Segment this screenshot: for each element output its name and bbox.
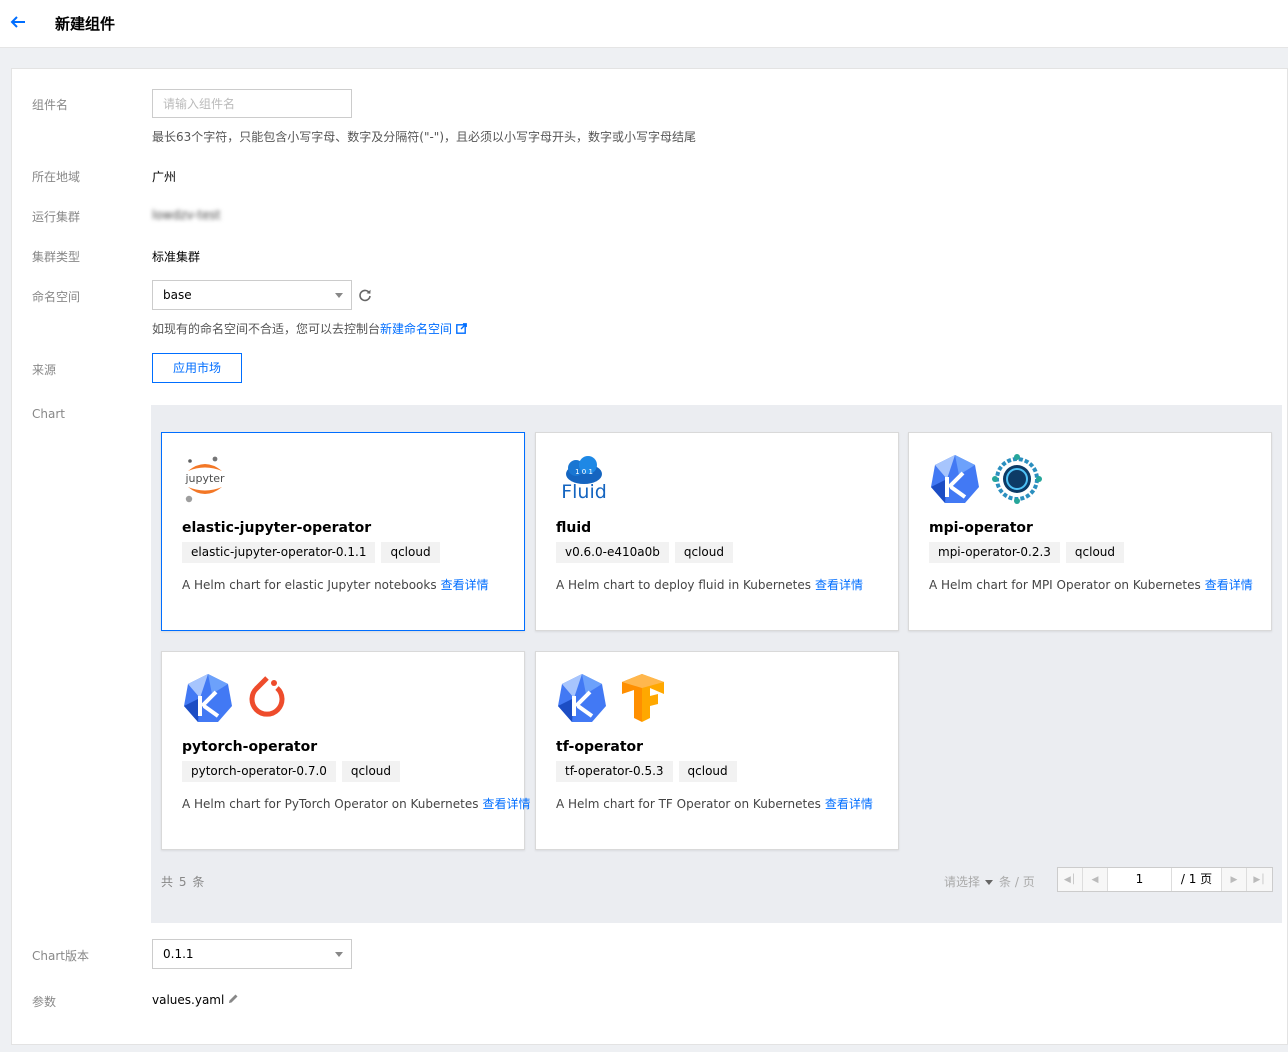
chevron-down-icon (985, 880, 994, 885)
namespace-hint-text: 如现有的命名空间不合适，您可以去控制台 (152, 322, 381, 336)
last-page-icon[interactable]: ▶│ (1247, 868, 1272, 891)
page-title: 新建组件 (55, 15, 116, 33)
view-details-link[interactable]: 查看详情 (815, 578, 863, 592)
cluster-value: lowdzv-test (152, 208, 221, 222)
namespace-label: 命名空间 (32, 290, 81, 304)
chart-card-mpi-operator[interactable]: mpi-operator mpi-operator-0.2.3 qcloud A… (908, 432, 1272, 631)
repo-tag: qcloud (381, 542, 440, 563)
kubeflow-logo-icon (182, 672, 234, 724)
total-count: 共 5 条 (161, 873, 205, 890)
external-link-icon[interactable] (456, 323, 467, 337)
svg-text:Fluid: Fluid (561, 481, 607, 503)
region-label: 所在地域 (32, 170, 81, 184)
version-tag: elastic-jupyter-operator-0.1.1 (182, 542, 376, 563)
kubeflow-logo-icon (929, 453, 981, 505)
back-arrow-icon[interactable] (9, 13, 29, 33)
total-prefix: 共 (161, 875, 175, 889)
version-tag: pytorch-operator-0.7.0 (182, 761, 336, 782)
prev-page-icon[interactable]: ◀ (1083, 868, 1108, 891)
next-page-icon[interactable]: ▶ (1222, 868, 1247, 891)
app-market-button[interactable]: 应用市场 (152, 353, 242, 383)
total-pages: / 1 页 (1172, 868, 1222, 891)
values-file: values.yaml (152, 993, 225, 1007)
name-hint: 最长63个字符，只能包含小写字母、数字及分隔符("-")，且必须以小写字母开头，… (152, 130, 697, 144)
view-details-link[interactable]: 查看详情 (825, 797, 873, 811)
chart-name: fluid (556, 520, 592, 536)
top-bar: 新建组件 (0, 0, 1288, 48)
namespace-hint: 如现有的命名空间不合适，您可以去控制台新建命名空间 (152, 320, 467, 337)
chart-name: elastic-jupyter-operator (182, 520, 372, 536)
chart-desc-text: A Helm chart to deploy fluid in Kubernet… (556, 578, 811, 592)
chart-label: Chart (32, 407, 65, 421)
svg-text:1 0 1: 1 0 1 (575, 468, 593, 476)
chart-version-value: 0.1.1 (163, 947, 194, 961)
form-panel: 组件名 最长63个字符，只能包含小写字母、数字及分隔符("-")，且必须以小写字… (11, 68, 1288, 1045)
chart-card-tf-operator[interactable]: tf-operator tf-operator-0.5.3 qcloud A H… (535, 651, 899, 850)
params-label: 参数 (32, 995, 57, 1009)
chart-desc-text: A Helm chart for elastic Jupyter noteboo… (182, 578, 437, 592)
repo-tag: qcloud (341, 761, 401, 782)
chart-version-label: Chart版本 (32, 949, 89, 963)
jupyter-logo-icon: jupyter (182, 454, 228, 504)
cluster-type-label: 集群类型 (32, 250, 81, 264)
kubeflow-logo-icon (556, 672, 608, 724)
cluster-label: 运行集群 (32, 210, 81, 224)
region-value: 广州 (152, 170, 177, 184)
chart-description: A Helm chart for elastic Jupyter noteboo… (182, 576, 489, 593)
chart-name: pytorch-operator (182, 739, 318, 755)
chevron-down-icon (335, 952, 343, 957)
source-label: 来源 (32, 363, 57, 377)
chart-list-area: jupyter elastic-jupyter-operator elastic… (151, 405, 1282, 923)
view-details-link[interactable]: 查看详情 (441, 578, 489, 592)
view-details-link[interactable]: 查看详情 (482, 797, 530, 811)
component-name-input[interactable] (152, 89, 352, 118)
chart-card-pytorch-operator[interactable]: pytorch-operator pytorch-operator-0.7.0 … (161, 651, 530, 850)
tensorflow-logo-icon (618, 672, 666, 724)
chart-card-elastic-jupyter-operator[interactable]: jupyter elastic-jupyter-operator elastic… (161, 432, 525, 631)
namespace-select[interactable]: base (152, 280, 352, 310)
edit-pencil-icon[interactable] (227, 993, 239, 1008)
page-size-placeholder: 请选择 (944, 875, 981, 889)
refresh-icon[interactable] (358, 288, 372, 302)
chart-name: tf-operator (556, 739, 644, 755)
chart-desc-text: A Helm chart for PyTorch Operator on Kub… (182, 797, 479, 811)
view-details-link[interactable]: 查看详情 (1205, 578, 1253, 592)
svg-text:jupyter: jupyter (184, 472, 225, 485)
namespace-select-value: base (163, 288, 192, 302)
chart-name: mpi-operator (929, 520, 1033, 536)
total-value: 5 (178, 875, 188, 889)
first-page-icon[interactable]: ◀│ (1058, 868, 1083, 891)
version-tag: v0.6.0-e410a0b (556, 542, 669, 563)
chevron-down-icon (335, 293, 343, 298)
name-label: 组件名 (32, 98, 69, 112)
chart-description: A Helm chart for TF Operator on Kubernet… (556, 795, 873, 812)
chart-desc-text: A Helm chart for MPI Operator on Kuberne… (929, 578, 1201, 592)
page-size-unit: 条 / 页 (999, 875, 1035, 889)
params-value: values.yaml (152, 993, 239, 1008)
chart-description: A Helm chart for PyTorch Operator on Kub… (182, 795, 530, 812)
horovod-logo-icon (991, 453, 1043, 505)
chart-description: A Helm chart for MPI Operator on Kuberne… (929, 576, 1253, 593)
pytorch-logo-icon (244, 672, 290, 724)
create-namespace-link[interactable]: 新建命名空间 (380, 322, 452, 336)
chart-desc-text: A Helm chart for TF Operator on Kubernet… (556, 797, 821, 811)
repo-tag: qcloud (1065, 542, 1125, 563)
fluid-logo-icon: 1 0 1 Fluid (556, 454, 612, 504)
version-tag: mpi-operator-0.2.3 (929, 542, 1060, 563)
page-number-input[interactable]: 1 (1108, 868, 1172, 891)
pager: ◀│ ◀ 1 / 1 页 ▶ ▶│ (1057, 867, 1273, 892)
chart-card-fluid[interactable]: 1 0 1 Fluid fluid v0.6.0-e410a0b qcloud … (535, 432, 899, 631)
repo-tag: qcloud (674, 542, 733, 563)
version-tag: tf-operator-0.5.3 (556, 761, 673, 782)
repo-tag: qcloud (678, 761, 737, 782)
cluster-type-value: 标准集群 (152, 250, 201, 264)
chart-version-select[interactable]: 0.1.1 (152, 939, 352, 969)
total-suffix: 条 (192, 875, 206, 889)
chart-description: A Helm chart to deploy fluid in Kubernet… (556, 576, 863, 593)
page-size-select[interactable]: 请选择 条 / 页 (944, 873, 1035, 890)
